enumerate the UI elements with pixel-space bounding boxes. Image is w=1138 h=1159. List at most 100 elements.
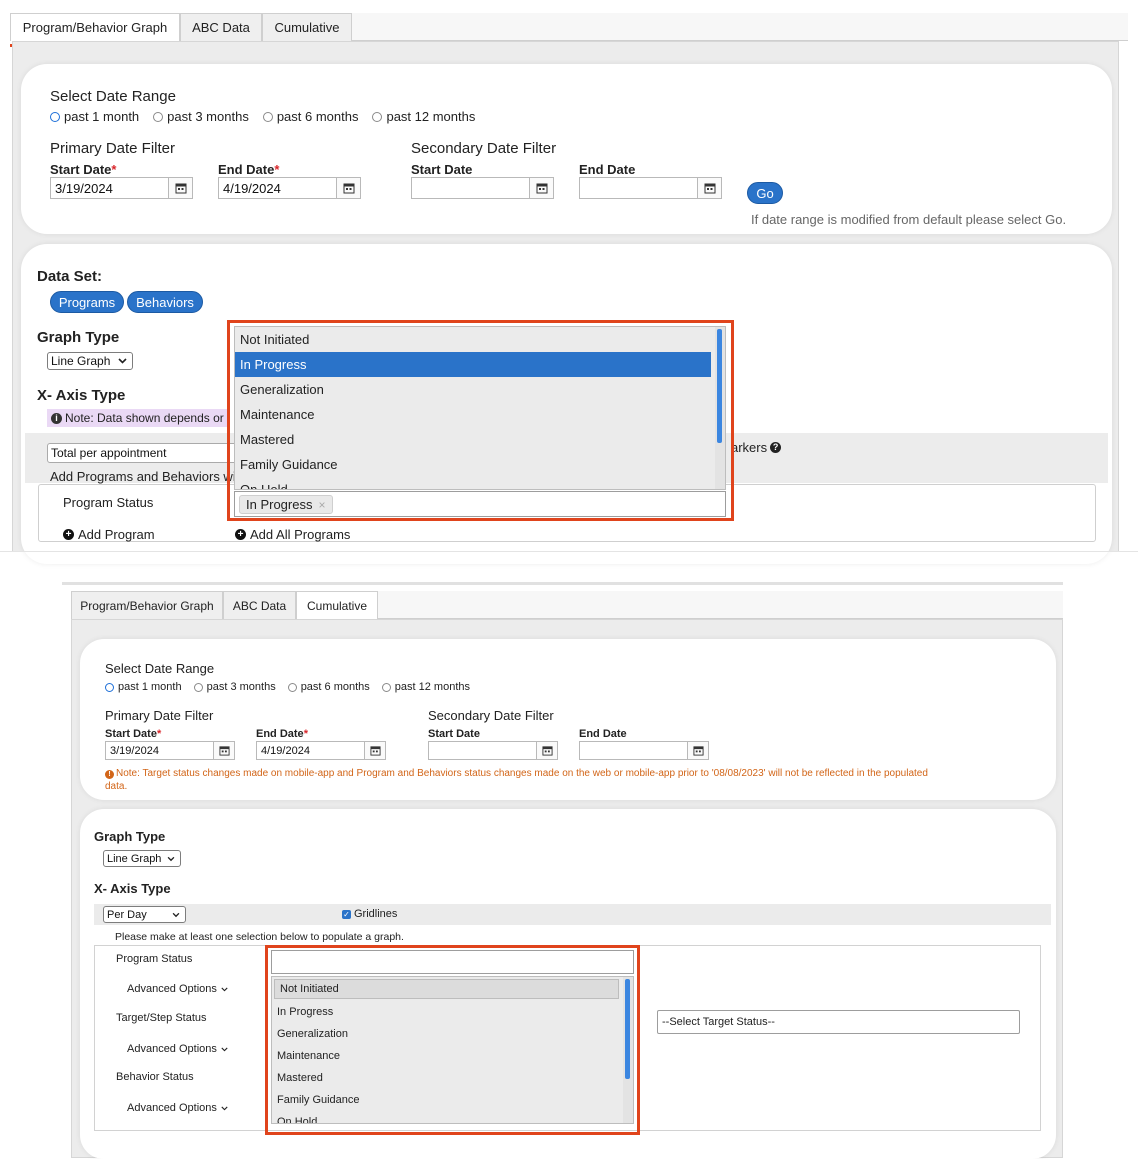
secondary-start-date-input[interactable] xyxy=(428,741,558,760)
bottom-top-rule xyxy=(62,582,1063,585)
radio-past-1-month[interactable] xyxy=(50,111,60,122)
radio-past-3-months[interactable] xyxy=(153,111,164,122)
radio-past-12-months[interactable] xyxy=(381,682,391,692)
calendar-icon[interactable] xyxy=(687,742,708,759)
bottom-tab-bar: Program/Behavior Graph ABC Data Cumulati… xyxy=(71,591,1063,619)
option-generalization[interactable]: Generalization xyxy=(235,377,711,402)
select-date-range-title: Select Date Range xyxy=(50,88,176,105)
advanced-options-toggle[interactable]: Advanced Options xyxy=(127,1043,228,1055)
secondary-start-date-input[interactable] xyxy=(411,177,554,199)
option-not-initiated[interactable]: Not Initiated xyxy=(274,979,619,999)
program-status-dropdown-list[interactable]: Not Initiated In Progress Generalization… xyxy=(234,326,726,490)
selected-tag-in-progress[interactable]: In Progress × xyxy=(239,495,333,514)
start-date-input[interactable]: 3/19/2024 xyxy=(105,741,235,760)
graph-type-select[interactable]: Line Graph xyxy=(103,850,181,867)
x-axis-select[interactable]: Total per appointment xyxy=(47,443,237,463)
x-axis-type-title: X- Axis Type xyxy=(37,387,126,404)
tab-program-behavior-graph[interactable]: Program/Behavior Graph xyxy=(10,13,180,41)
info-icon: ! xyxy=(105,770,114,779)
option-on-hold[interactable]: On Hold xyxy=(235,477,711,489)
end-date-input[interactable]: 4/19/2024 xyxy=(256,741,386,760)
calendar-icon[interactable] xyxy=(336,178,360,198)
option-mastered[interactable]: Mastered xyxy=(272,1067,619,1089)
tab-abc-data[interactable]: ABC Data xyxy=(223,591,296,619)
calendar-icon[interactable] xyxy=(697,178,721,198)
checkbox-checked[interactable]: ✓ xyxy=(342,909,351,919)
option-mastered[interactable]: Mastered xyxy=(235,427,711,452)
option-family-guidance[interactable]: Family Guidance xyxy=(235,452,711,477)
add-program-link[interactable]: + Add Program xyxy=(63,527,155,542)
scrollbar-thumb[interactable] xyxy=(625,979,630,1079)
add-programs-text: Add Programs and Behaviors wi xyxy=(50,469,236,484)
radio-past-6-months[interactable] xyxy=(262,111,273,122)
chevron-down-icon xyxy=(221,987,228,991)
graph-type-select[interactable]: Line Graph xyxy=(47,352,133,370)
end-date-input[interactable]: 4/19/2024 xyxy=(218,177,361,199)
program-status-multiselect[interactable]: In Progress × xyxy=(234,491,726,517)
option-maintenance[interactable]: Maintenance xyxy=(272,1045,619,1067)
tab-program-behavior-graph[interactable]: Program/Behavior Graph xyxy=(71,591,223,619)
status-change-note: ! Note: Target status changes made on mob… xyxy=(105,768,928,792)
option-on-hold[interactable]: On Hold xyxy=(272,1111,619,1123)
calendar-icon[interactable] xyxy=(536,742,557,759)
radio-past-3-months[interactable] xyxy=(193,682,203,692)
secondary-start-date-label: Start Date xyxy=(411,162,473,177)
option-family-guidance[interactable]: Family Guidance xyxy=(272,1089,619,1111)
x-axis-select[interactable]: Per Day xyxy=(103,906,186,923)
calendar-icon[interactable] xyxy=(529,178,553,198)
behaviors-button[interactable]: Behaviors xyxy=(127,291,203,313)
gridlines-checkbox[interactable]: ✓ Gridlines xyxy=(342,908,397,920)
end-date-label: End Date* xyxy=(218,162,280,177)
add-all-programs-link[interactable]: + Add All Programs xyxy=(235,527,350,542)
secondary-date-filter-title: Secondary Date Filter xyxy=(411,140,557,157)
start-date-input[interactable]: 3/19/2024 xyxy=(50,177,193,199)
info-icon: i xyxy=(51,412,62,424)
primary-date-filter-title: Primary Date Filter xyxy=(105,708,214,723)
dropdown-scrollbar[interactable] xyxy=(623,977,633,1123)
option-in-progress[interactable]: In Progress xyxy=(235,352,711,377)
markers-label: arkers ? xyxy=(731,440,782,455)
top-tab-bar: Program/Behavior Graph ABC Data Cumulati… xyxy=(10,13,1128,41)
secondary-end-date-input[interactable] xyxy=(579,741,709,760)
option-in-progress[interactable]: In Progress xyxy=(272,1001,619,1023)
option-not-initiated[interactable]: Not Initiated xyxy=(235,327,711,352)
tab-cumulative[interactable]: Cumulative xyxy=(262,13,352,41)
option-generalization[interactable]: Generalization xyxy=(272,1023,619,1045)
plus-circle-icon: + xyxy=(63,529,74,540)
secondary-start-date-label: Start Date xyxy=(428,728,480,740)
dropdown-scrollbar[interactable] xyxy=(715,327,725,489)
option-maintenance[interactable]: Maintenance xyxy=(235,402,711,427)
target-status-select[interactable]: --Select Target Status-- xyxy=(657,1010,1020,1034)
advanced-options-toggle[interactable]: Advanced Options xyxy=(127,983,228,995)
help-icon[interactable]: ? xyxy=(770,442,782,453)
go-button[interactable]: Go xyxy=(747,182,783,204)
secondary-end-date-input[interactable] xyxy=(579,177,722,199)
calendar-icon[interactable] xyxy=(364,742,385,759)
primary-date-filter-title: Primary Date Filter xyxy=(50,140,176,157)
tab-abc-data[interactable]: ABC Data xyxy=(180,13,262,41)
program-status-label: Program Status xyxy=(63,495,154,510)
x-axis-note: i Note: Data shown depends or xyxy=(47,409,228,427)
calendar-icon[interactable] xyxy=(168,178,192,198)
x-axis-type-title: X- Axis Type xyxy=(94,881,171,896)
chevron-down-icon xyxy=(221,1106,228,1110)
radio-past-6-months[interactable] xyxy=(287,682,297,692)
radio-past-1-month[interactable] xyxy=(105,682,114,692)
calendar-icon[interactable] xyxy=(213,742,234,759)
secondary-end-date-label: End Date xyxy=(579,728,627,740)
graph-type-title: Graph Type xyxy=(37,329,120,346)
advanced-options-toggle[interactable]: Advanced Options xyxy=(127,1102,228,1114)
plus-circle-icon: + xyxy=(235,529,246,540)
tab-cumulative[interactable]: Cumulative xyxy=(296,591,378,619)
end-date-label: End Date* xyxy=(256,728,308,740)
scrollbar-thumb[interactable] xyxy=(717,329,722,443)
date-range-options: past 1 month past 3 months past 6 months… xyxy=(50,109,475,124)
selection-instruction: Please make at least one selection below… xyxy=(115,931,404,943)
programs-button[interactable]: Programs xyxy=(50,291,124,313)
program-status-search-input[interactable] xyxy=(271,950,634,974)
program-status-dropdown-list[interactable]: Not Initiated In Progress Generalization… xyxy=(271,976,634,1124)
tag-remove-icon[interactable]: × xyxy=(318,498,325,512)
secondary-date-filter-title: Secondary Date Filter xyxy=(428,708,554,723)
radio-past-12-months[interactable] xyxy=(372,111,383,122)
graph-type-title: Graph Type xyxy=(94,829,166,844)
